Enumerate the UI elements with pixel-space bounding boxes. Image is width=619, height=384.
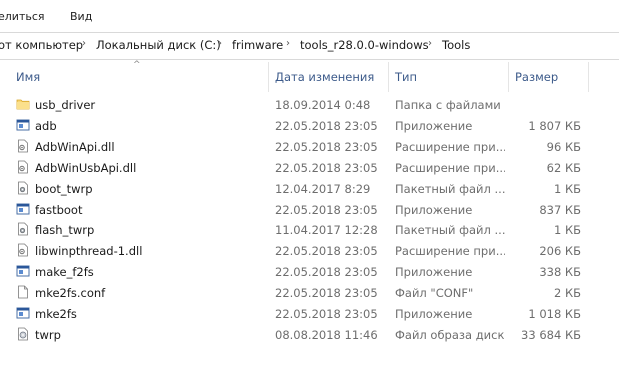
application-icon	[16, 264, 30, 278]
breadcrumb-separator-icon[interactable]: ›	[82, 38, 86, 49]
file-name: fastboot	[35, 202, 83, 217]
batch-file-icon	[16, 222, 30, 236]
file-row-adbwinapi-dll[interactable]: AdbWinApi.dll 22.05.2018 23:05 Расширение …	[0, 136, 619, 157]
file-type: Расширение при...	[395, 244, 505, 259]
file-size: 2 КБ	[553, 286, 581, 301]
file-row-mke2fs-conf[interactable]: mke2fs.conf 22.05.2018 23:05 Файл "CONF" 2 …	[0, 282, 619, 303]
file-date-modified: 12.04.2017 8:29	[275, 181, 371, 196]
batch-file-icon	[16, 181, 30, 195]
file-type: Файл "CONF"	[395, 286, 474, 301]
column-header-type[interactable]: Тип	[395, 70, 417, 84]
file-type: Приложение	[395, 202, 473, 217]
file-type: Приложение	[395, 118, 473, 133]
file-date-modified: 22.05.2018 23:05	[275, 286, 378, 301]
file-date-modified: 22.05.2018 23:05	[275, 139, 378, 154]
file-row-make-f2fs[interactable]: make_f2fs 22.05.2018 23:05 Приложение 338 К…	[0, 261, 619, 282]
column-divider[interactable]	[588, 62, 589, 92]
dll-icon	[16, 160, 30, 174]
file-type: Расширение при...	[395, 160, 505, 175]
file-name: mke2fs.conf	[35, 286, 106, 301]
file-size: 338 КБ	[539, 265, 581, 280]
file-row-flash-twrp[interactable]: flash_twrp 11.04.2017 12:28 Пакетный файл …	[0, 219, 619, 240]
file-name: mke2fs	[35, 307, 77, 321]
menu-bar: елиться Вид	[0, 0, 619, 32]
file-size: 96 КБ	[546, 139, 581, 154]
application-icon	[16, 202, 30, 216]
column-header-date[interactable]: Дата изменения	[275, 70, 374, 84]
column-divider[interactable]	[508, 62, 509, 92]
file-row-adb[interactable]: adb 22.05.2018 23:05 Приложение 1 807 КБ	[0, 115, 619, 136]
file-row-fastboot[interactable]: fastboot 22.05.2018 23:05 Приложение 837 КБ	[0, 199, 619, 220]
file-size: 1 807 КБ	[528, 118, 581, 133]
file-name: AdbWinApi.dll	[35, 139, 115, 154]
file-type: Расширение при...	[395, 139, 505, 154]
file-name: make_f2fs	[35, 265, 94, 280]
file-date-modified: 11.04.2017 12:28	[275, 223, 378, 238]
menu-view[interactable]: Вид	[70, 10, 92, 23]
file-date-modified: 22.05.2018 23:05	[275, 118, 378, 133]
file-name: AdbWinUsbApi.dll	[35, 160, 137, 175]
file-name: adb	[35, 118, 57, 133]
file-row-mke2fs[interactable]: mke2fs 22.05.2018 23:05 Приложение 1 018 КБ	[0, 303, 619, 324]
column-divider[interactable]	[388, 62, 389, 92]
breadcrumb-item-frimware[interactable]: frimware	[232, 38, 283, 52]
column-header-name[interactable]: Имя	[16, 70, 40, 84]
file-type: Приложение	[395, 265, 473, 280]
file-row-libwinpthread-1-dll[interactable]: libwinpthread-1.dll 22.05.2018 23:05 Расши…	[0, 240, 619, 261]
file-type: Файл образа диска	[395, 327, 505, 342]
file-icon	[16, 285, 30, 299]
file-date-modified: 08.08.2018 11:46	[275, 327, 378, 342]
file-row-twrp[interactable]: twrp 08.08.2018 11:46 Файл образа диска 33 …	[0, 324, 619, 345]
file-row-usb-driver[interactable]: usb_driver 18.09.2014 0:48 Папка с файлами	[0, 94, 619, 115]
file-name: boot_twrp	[35, 181, 93, 196]
disk-image-icon	[16, 327, 30, 341]
file-type: Приложение	[395, 307, 473, 321]
file-name: usb_driver	[35, 98, 96, 112]
breadcrumb-item-local-disk[interactable]: Локальный диск (C:)	[96, 38, 221, 52]
file-size: 1 КБ	[553, 223, 581, 238]
file-name: twrp	[35, 327, 61, 342]
breadcrumb-item-computer[interactable]: от компьютер	[0, 38, 83, 52]
breadcrumb-item-tools[interactable]: Tools	[442, 38, 470, 52]
file-date-modified: 18.09.2014 0:48	[275, 98, 371, 112]
file-date-modified: 22.05.2018 23:05	[275, 307, 378, 321]
sort-ascending-icon: ^	[133, 60, 141, 70]
file-date-modified: 22.05.2018 23:05	[275, 265, 378, 280]
application-icon	[16, 118, 30, 132]
folder-icon	[16, 97, 30, 111]
file-size: 206 КБ	[539, 244, 581, 259]
file-type: Папка с файлами	[395, 98, 501, 112]
file-type: Пакетный файл ...	[395, 181, 505, 196]
dll-icon	[16, 243, 30, 257]
file-size: 1 018 КБ	[528, 307, 581, 321]
breadcrumb-item-tools-r28[interactable]: tools_r28.0.0-windows	[300, 38, 429, 52]
file-row-boot-twrp[interactable]: boot_twrp 12.04.2017 8:29 Пакетный файл ..…	[0, 178, 619, 199]
breadcrumb-separator-icon[interactable]: ›	[286, 38, 290, 49]
file-name: libwinpthread-1.dll	[35, 244, 143, 259]
file-row-adbwinusbapi-dll[interactable]: AdbWinUsbApi.dll 22.05.2018 23:05 Расширен…	[0, 157, 619, 178]
file-date-modified: 22.05.2018 23:05	[275, 244, 378, 259]
file-size: 1 КБ	[553, 181, 581, 196]
column-header-size[interactable]: Размер	[515, 70, 558, 84]
file-date-modified: 22.05.2018 23:05	[275, 202, 378, 217]
dll-icon	[16, 139, 30, 153]
file-type: Пакетный файл ...	[395, 223, 505, 238]
file-size: 837 КБ	[539, 202, 581, 217]
file-date-modified: 22.05.2018 23:05	[275, 160, 378, 175]
menu-share[interactable]: елиться	[0, 10, 45, 23]
breadcrumb-separator-icon[interactable]: ›	[428, 38, 432, 49]
file-size: 33 684 КБ	[521, 327, 581, 342]
column-header-row: ^ Имя Дата изменения Тип Размер	[0, 60, 619, 92]
file-size: 62 КБ	[546, 160, 581, 175]
application-icon	[16, 306, 30, 320]
breadcrumb-separator-icon[interactable]: ›	[218, 38, 222, 49]
address-bar[interactable]: от компьютер › Локальный диск (C:) › fri…	[0, 32, 619, 60]
column-divider[interactable]	[268, 62, 269, 92]
file-name: flash_twrp	[35, 223, 95, 238]
